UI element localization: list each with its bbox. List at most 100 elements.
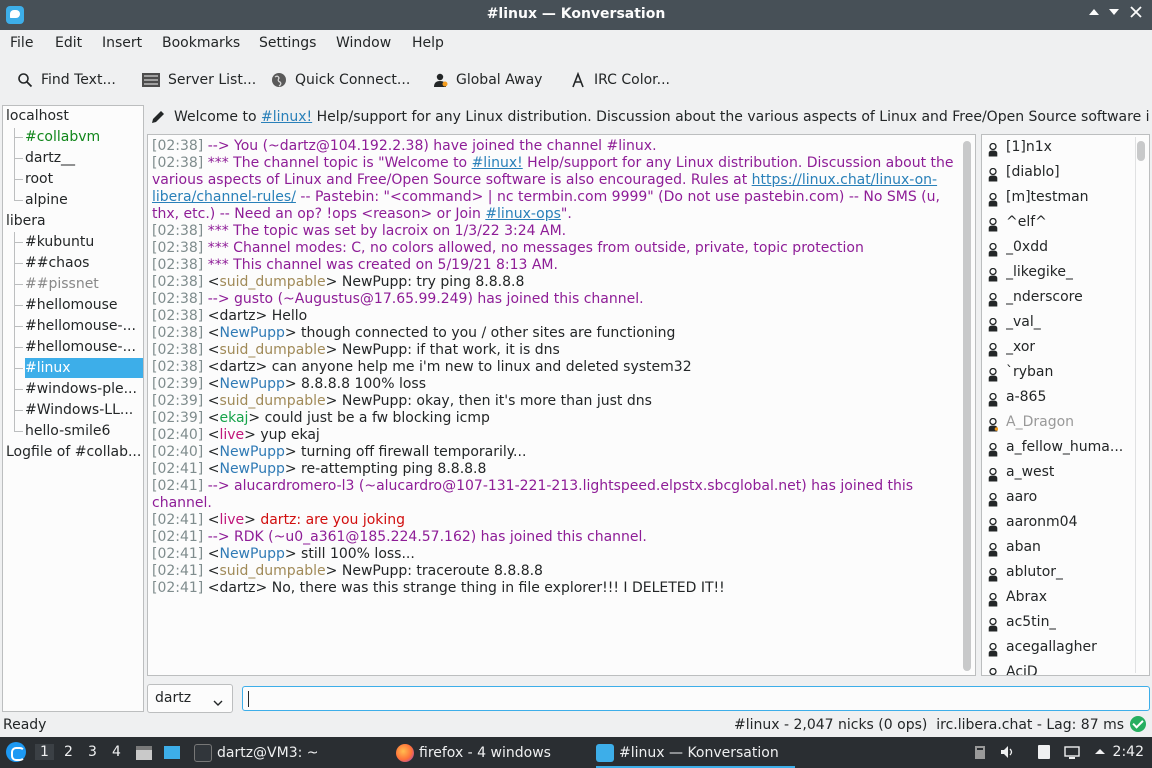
menu-help[interactable]: Help [412,35,444,51]
close-icon[interactable] [1126,5,1146,25]
nick-list-item[interactable]: a_west [988,460,1128,485]
nick-list-item[interactable]: _xor [988,335,1128,360]
desktop-2[interactable]: 2 [64,744,73,760]
application-launcher-icon[interactable] [6,742,26,762]
nick-list-item[interactable]: [diablo] [988,160,1128,185]
irc-color-button[interactable]: IRC Color... [570,68,670,92]
tree-channel-hellomouse-3[interactable]: #hellomouse-... [25,337,143,357]
menu-settings[interactable]: Settings [259,35,316,51]
message-nick: NewPupp [219,444,285,460]
system-message: *** The topic was set by lacroix on 1/3/… [207,223,567,239]
nick-list-item[interactable]: _nderscore [988,285,1128,310]
find-text-button[interactable]: Find Text... [17,68,116,92]
notes-tray-icon[interactable] [1036,744,1052,760]
menu-insert[interactable]: Insert [102,35,142,51]
message-text: Hello [271,308,308,324]
menu-file[interactable]: File [10,35,33,51]
user-away-icon [432,72,448,88]
nick-list-item[interactable]: _0xdd [988,235,1128,260]
tree-channel-linux[interactable]: #linux [25,358,143,378]
tree-tick [14,284,23,285]
tree-query-hello-smile6[interactable]: hello-smile6 [25,421,143,441]
message-nick: live [219,427,245,443]
message-text: NewPupp: okay, then it's more than just … [341,393,652,409]
chat-line: [02:41] <NewPupp> still 100% loss... [152,546,957,563]
tree-channel-hellomouse-2[interactable]: #hellomouse-... [25,316,143,336]
nick-list-item[interactable]: ^elf^ [988,210,1128,235]
nick-list-item[interactable]: ablutor_ [988,560,1128,585]
tree-channel-kubuntu[interactable]: #kubuntu [25,232,143,252]
tree-channel-pissnet[interactable]: ##pissnet [25,274,143,294]
nick-list-item[interactable]: [m]testman [988,185,1128,210]
nick-list-item[interactable]: aaronm04 [988,510,1128,535]
channel-link[interactable]: #linux! [472,155,523,171]
tree-query-alpine[interactable]: alpine [25,190,143,210]
tree-channel-collabvm[interactable]: #collabvm [25,127,143,147]
file-manager-icon[interactable] [135,744,153,761]
quick-connect-button[interactable]: Quick Connect... [271,68,410,92]
clipboard-tray-icon[interactable] [972,744,988,760]
edit-topic-icon[interactable] [150,109,166,125]
nick-list-item[interactable]: A_Dragon [988,410,1128,435]
nick-selector[interactable]: dartz [147,684,233,713]
chat-view[interactable]: [02:38] --> You (~dartz@104.192.2.38) ha… [147,134,976,676]
nick-list-item[interactable]: _val_ [988,310,1128,335]
message-nick: NewPupp [219,376,285,392]
menu-bookmarks[interactable]: Bookmarks [162,35,240,51]
task-firefox[interactable]: firefox - 4 windows [396,737,551,768]
nick-list-item[interactable]: `ryban [988,360,1128,385]
nick-list-item[interactable]: aban [988,535,1128,560]
expand-tray-icon[interactable] [1092,744,1108,760]
minimize-icon[interactable] [1104,5,1124,25]
channel-link[interactable]: #linux-ops [485,206,561,222]
tree-channel-chaos[interactable]: ##chaos [25,253,143,273]
chat-line: [02:39] <ekaj> could just be a fw blocki… [152,410,957,427]
nick-name: _val_ [1006,314,1041,330]
task-konversation[interactable]: #linux — Konversation [596,737,795,768]
tree-query-root[interactable]: root [25,169,143,189]
nick-list-item[interactable]: Abrax [988,585,1128,610]
tree-query-dartz[interactable]: dartz__ [25,148,143,168]
server-list-button[interactable]: Server List... [142,68,256,92]
keep-above-icon[interactable] [1084,5,1104,25]
tree-server-localhost[interactable]: localhost [6,106,142,126]
firefox-icon [396,743,414,762]
nick-list-item[interactable]: [1]n1x [988,135,1128,160]
nick-list-item[interactable]: aaro [988,485,1128,510]
tree-tick [14,410,23,411]
nick-list-item[interactable]: ac5tin_ [988,610,1128,635]
nick-list-item[interactable]: acegallagher [988,635,1128,660]
nick-bracket: < [207,342,220,358]
network-icon[interactable] [1064,744,1080,760]
nick-list-item[interactable]: a_fellow_huma... [988,435,1128,460]
clock[interactable]: 2:42 [1113,744,1144,760]
tree-server-libera[interactable]: libera [6,211,142,231]
nick-name: AciD [1006,664,1038,676]
menu-window[interactable]: Window [336,35,391,51]
tree-channel-hellomouse[interactable]: #hellomouse [25,295,143,315]
topic-channel-link[interactable]: #linux! [261,109,312,125]
user-icon [988,341,998,356]
tree-channel-windows-ll[interactable]: #Windows-LL... [25,400,143,420]
nick-list-scroll-track[interactable] [1135,137,1147,673]
nick-list-item[interactable]: a-865 [988,385,1128,410]
chat-scrollbar[interactable] [963,141,971,671]
desktop-3[interactable]: 3 [88,744,97,760]
tree-logfile-collabvm[interactable]: Logfile of #collab... [6,442,142,462]
tree-tick [14,263,23,264]
nick-bracket: > [325,563,342,579]
volume-icon[interactable] [1000,744,1016,760]
nick-list-item[interactable]: AciD [988,660,1128,676]
nick-list-item[interactable]: _likegike_ [988,260,1128,285]
chat-line: [02:38] *** The channel topic is "Welcom… [152,155,957,223]
message-input[interactable] [242,686,1150,711]
task-terminal[interactable]: dartz@VM3: ~ [194,737,319,768]
nick-list-scrollbar[interactable] [1137,141,1145,161]
global-away-label: Global Away [456,72,543,88]
menu-edit[interactable]: Edit [55,35,82,51]
desktop-1[interactable]: 1 [35,744,54,760]
global-away-button[interactable]: Global Away [432,68,542,92]
desktop-4[interactable]: 4 [112,744,121,760]
show-desktop-icon[interactable] [163,744,181,761]
tree-channel-windows-ple[interactable]: #windows-ple... [25,379,143,399]
